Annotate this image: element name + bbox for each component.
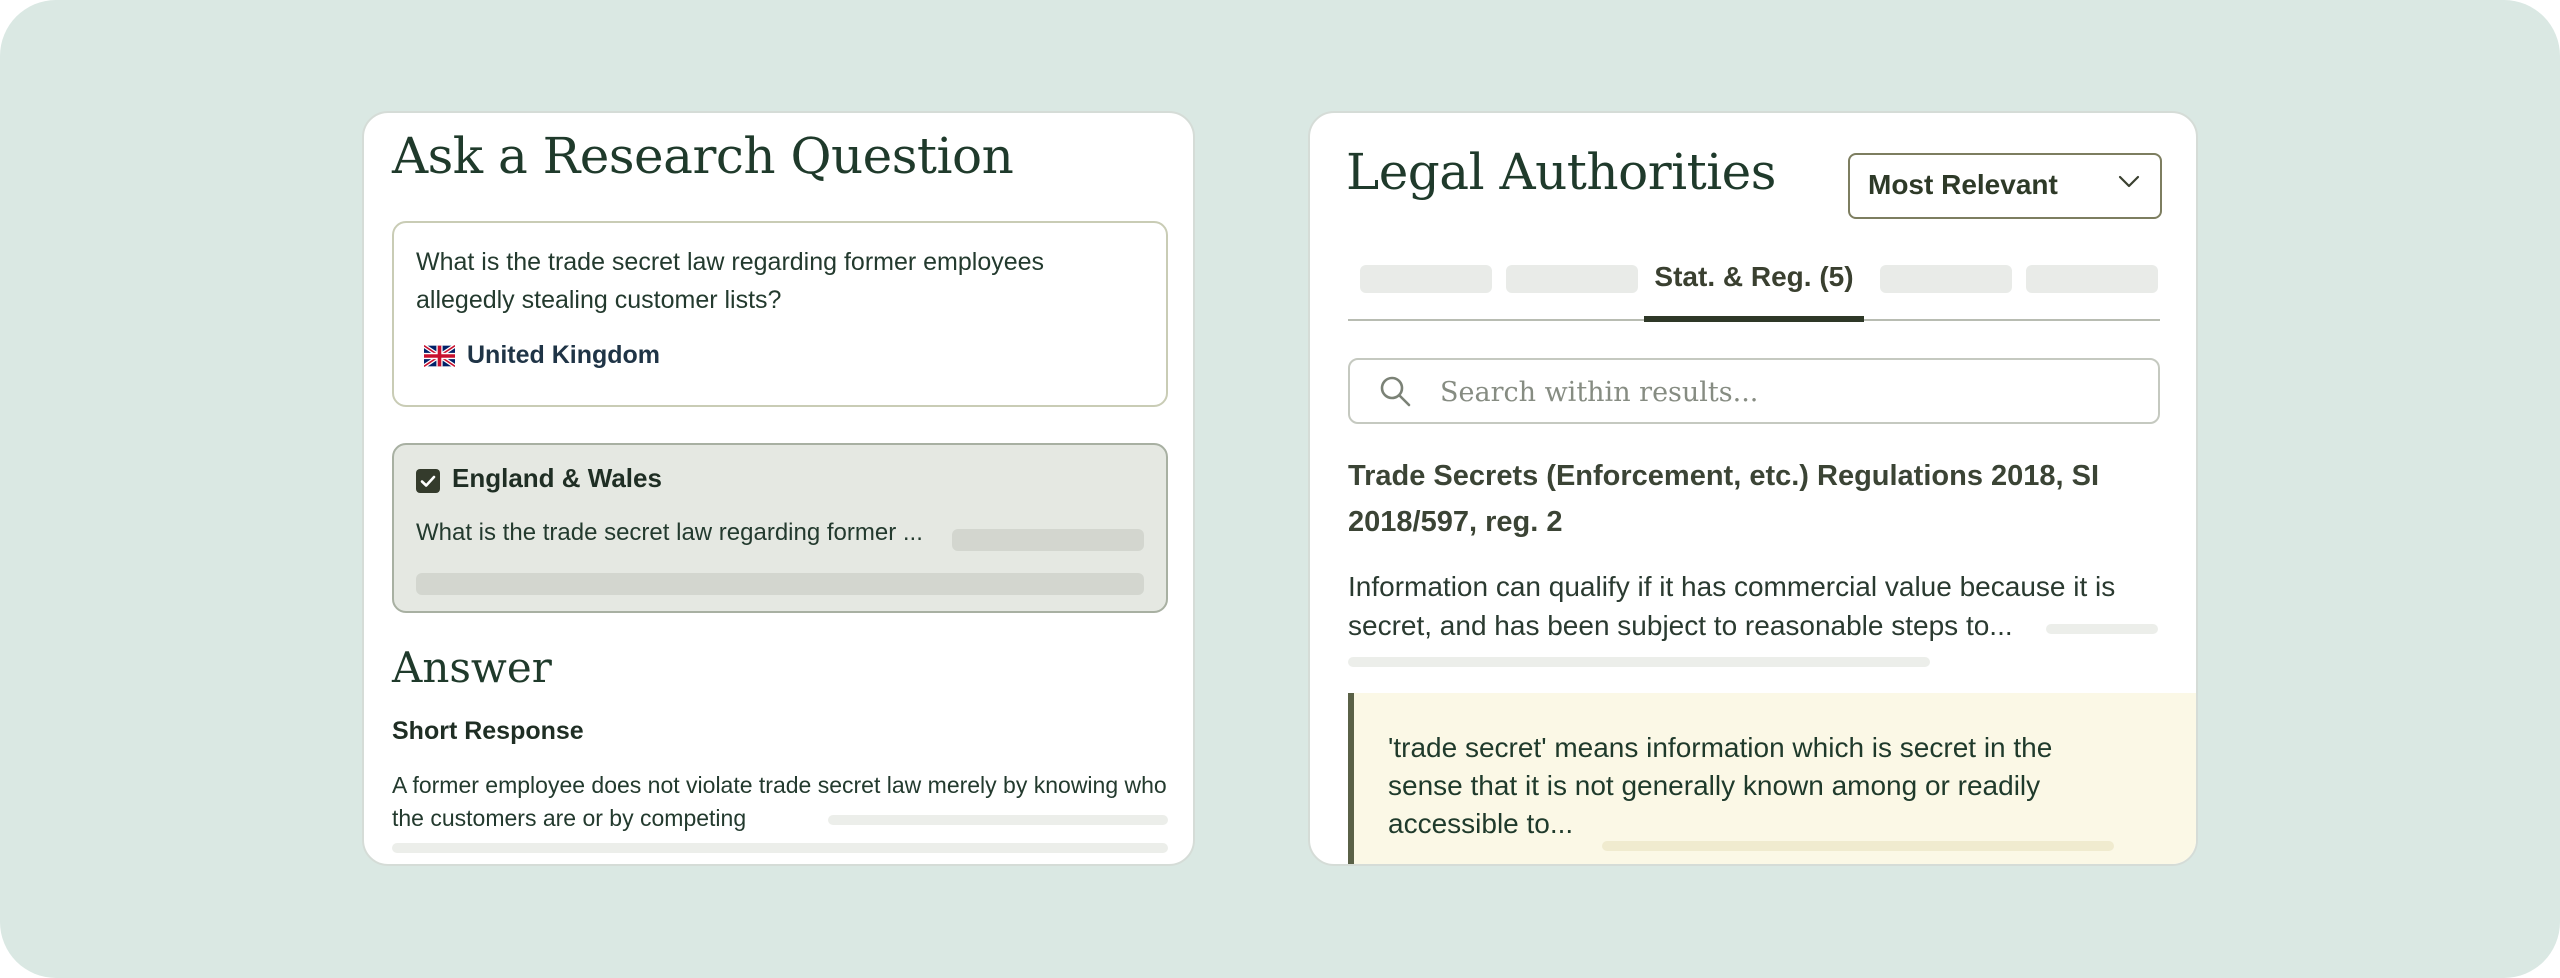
- short-response-heading: Short Response: [392, 717, 584, 745]
- jurisdiction-tag[interactable]: United Kingdom: [424, 341, 660, 370]
- loading-placeholder: [2046, 624, 2158, 634]
- loading-placeholder: [828, 815, 1168, 825]
- tab-label: Stat. & Reg. (5): [1654, 261, 1854, 292]
- question-box[interactable]: What is the trade secret law regarding f…: [392, 221, 1168, 407]
- chevron-down-icon: [2118, 175, 2140, 188]
- active-tab-indicator: [1644, 316, 1864, 322]
- tab-placeholder[interactable]: [1360, 265, 1492, 293]
- question-text: What is the trade secret law regarding f…: [416, 248, 1045, 314]
- loading-placeholder: [392, 843, 1168, 853]
- checkmark-icon: [420, 475, 436, 487]
- jurisdiction-result-item[interactable]: England & Wales What is the trade secret…: [392, 443, 1168, 613]
- loading-placeholder: [952, 529, 1144, 551]
- research-question-card: Ask a Research Question What is the trad…: [362, 111, 1195, 866]
- loading-placeholder: [1602, 841, 2114, 851]
- page-title: Ask a Research Question: [392, 127, 1014, 185]
- jurisdiction-checkbox[interactable]: [416, 469, 440, 493]
- search-icon: [1380, 376, 1411, 407]
- tab-placeholder[interactable]: [1880, 265, 2012, 293]
- sort-dropdown[interactable]: Most Relevant: [1848, 153, 2162, 219]
- tab-placeholder[interactable]: [2026, 265, 2158, 293]
- tab-placeholder[interactable]: [1506, 265, 1638, 293]
- authority-quote: 'trade secret' means information which i…: [1348, 693, 2196, 864]
- jurisdiction-result-preview: What is the trade secret law regarding f…: [416, 519, 923, 546]
- section-title: Legal Authorities: [1346, 143, 1776, 201]
- answer-heading: Answer: [392, 643, 552, 692]
- search-input[interactable]: [1438, 370, 2142, 414]
- short-response-text: A former employee does not violate trade…: [392, 772, 1167, 831]
- uk-flag-icon: [424, 344, 455, 367]
- loading-placeholder: [1348, 657, 1930, 667]
- sort-dropdown-value: Most Relevant: [1868, 169, 2058, 200]
- loading-placeholder: [416, 573, 1144, 595]
- authority-title[interactable]: Trade Secrets (Enforcement, etc.) Regula…: [1348, 453, 2148, 545]
- page-background: Ask a Research Question What is the trad…: [0, 0, 2560, 978]
- result-tabs: Stat. & Reg. (5): [1348, 253, 2160, 322]
- search-field[interactable]: [1348, 358, 2160, 424]
- jurisdiction-result-title: England & Wales: [452, 463, 662, 493]
- tab-statutes-regulations[interactable]: Stat. & Reg. (5): [1644, 253, 1864, 322]
- authority-quote-text: 'trade secret' means information which i…: [1388, 732, 2053, 839]
- legal-authorities-card: Legal Authorities Most Relevant Stat. & …: [1308, 111, 2198, 866]
- jurisdiction-label: United Kingdom: [467, 341, 661, 369]
